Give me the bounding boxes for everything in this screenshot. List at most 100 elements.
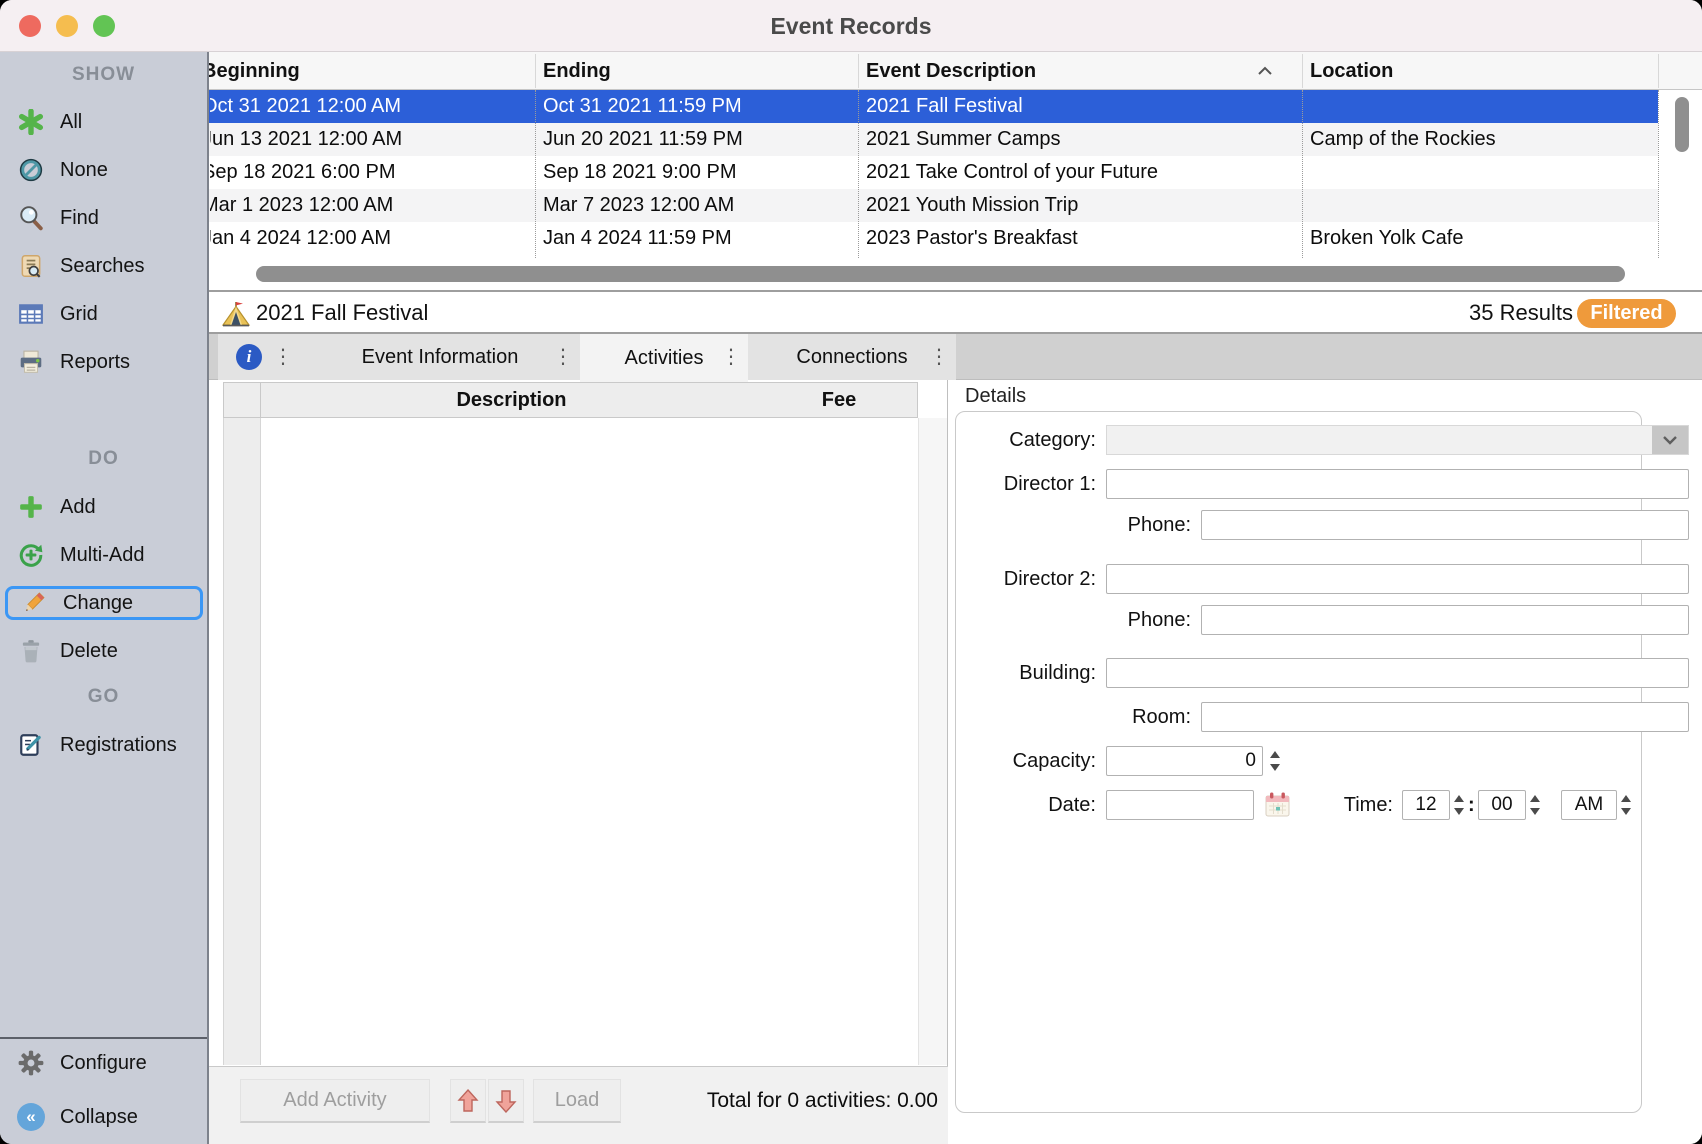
vertical-scrollbar-thumb[interactable] <box>1675 97 1689 152</box>
kebab-menu-icon[interactable]: ⋮ <box>929 334 949 380</box>
minute-stepper[interactable] <box>1528 792 1542 818</box>
window-title: Event Records <box>0 0 1702 52</box>
tab-activities[interactable]: Activities ⋮ <box>580 334 748 382</box>
room-field[interactable] <box>1201 702 1689 732</box>
sidebar-item-none[interactable]: None <box>0 153 207 187</box>
sidebar-item-grid[interactable]: Grid <box>0 297 207 331</box>
sidebar-item-searches[interactable]: Searches <box>0 249 207 283</box>
sidebar-item-all[interactable]: All <box>0 105 207 139</box>
capacity-label: Capacity: <box>966 746 1096 776</box>
table-row[interactable]: Jan 4 2024 12:00 AM Jan 4 2024 11:59 PM … <box>209 222 1658 255</box>
capacity-field[interactable] <box>1106 746 1263 776</box>
horizontal-scrollbar-thumb[interactable] <box>256 266 1625 282</box>
cell-description: 2021 Summer Camps <box>866 123 1296 156</box>
gear-icon <box>16 1049 46 1077</box>
category-dropdown[interactable] <box>1106 425 1689 455</box>
sidebar-item-label: Delete <box>60 640 118 663</box>
no-entry-icon <box>16 156 46 184</box>
move-down-button[interactable] <box>488 1079 524 1123</box>
column-header-description[interactable]: Description <box>262 383 761 417</box>
cell-beginning: Jan 4 2024 12:00 AM <box>210 222 534 255</box>
sidebar-item-add[interactable]: Add <box>0 490 207 524</box>
cell-ending: Jun 20 2021 11:59 PM <box>543 123 857 156</box>
activities-scrollbar-track[interactable] <box>918 418 947 1065</box>
activities-header-row: Description Fee <box>223 382 918 418</box>
table-row[interactable]: Sep 18 2021 6:00 PM Sep 18 2021 9:00 PM … <box>209 156 1658 189</box>
director1-phone-field[interactable] <box>1201 510 1689 540</box>
table-row[interactable]: Mar 1 2023 12:00 AM Mar 7 2023 12:00 AM … <box>209 189 1658 222</box>
director1-row: Director 1: <box>956 469 1641 499</box>
phone-label: Phone: <box>966 510 1191 540</box>
sidebar-item-label: All <box>60 111 82 134</box>
filtered-badge[interactable]: Filtered <box>1577 299 1676 328</box>
column-header-location[interactable]: Location <box>1310 52 1393 90</box>
building-row: Building: <box>956 658 1641 688</box>
add-activity-button[interactable]: Add Activity <box>240 1079 430 1123</box>
column-header-beginning[interactable]: Beginning <box>210 52 300 90</box>
time-ampm-field[interactable] <box>1561 790 1617 820</box>
sidebar-item-find[interactable]: Find <box>0 201 207 235</box>
sidebar-item-configure[interactable]: Configure <box>0 1046 207 1080</box>
sidebar-item-multi-add[interactable]: Multi-Add <box>0 538 207 572</box>
director1-field[interactable] <box>1106 469 1689 499</box>
sidebar-item-registrations[interactable]: Registrations <box>0 728 207 762</box>
details-title: Details <box>965 385 1026 408</box>
kebab-menu-icon[interactable]: ⋮ <box>273 334 293 380</box>
trash-icon <box>16 637 46 665</box>
cell-location <box>1310 189 1655 222</box>
sidebar-item-change[interactable]: Change <box>5 586 203 620</box>
director1-phone-row: Phone: <box>956 510 1641 540</box>
collapse-chevrons-icon: « <box>16 1103 46 1131</box>
column-header-event-description[interactable]: Event Description <box>866 52 1036 90</box>
pencil-icon <box>19 589 49 617</box>
cell-description: 2021 Youth Mission Trip <box>866 189 1296 222</box>
chevron-down-icon[interactable] <box>1652 426 1688 454</box>
tab-connections[interactable]: Connections ⋮ <box>748 334 956 380</box>
move-up-button[interactable] <box>450 1079 486 1123</box>
column-header-fee[interactable]: Fee <box>761 383 917 417</box>
cell-ending: Jan 4 2024 11:59 PM <box>543 222 857 255</box>
director2-row: Director 2: <box>956 564 1641 594</box>
time-minute-field[interactable] <box>1478 790 1526 820</box>
tab-bar: i ⋮ Event Information ⋮ Activities ⋮ Con… <box>209 334 1702 380</box>
cell-beginning: Mar 1 2023 12:00 AM <box>210 189 534 222</box>
table-row[interactable]: Jun 13 2021 12:00 AM Jun 20 2021 11:59 P… <box>209 123 1658 156</box>
info-tab-segment[interactable]: i ⋮ <box>218 334 300 380</box>
activities-action-bar: Add Activity Load Total for 0 activities… <box>209 1066 948 1144</box>
selected-record-title: 2021 Fall Festival <box>256 294 428 334</box>
sidebar-item-label: Collapse <box>60 1106 138 1129</box>
kebab-menu-icon[interactable]: ⋮ <box>721 334 741 380</box>
calendar-icon[interactable] <box>1263 790 1292 819</box>
ampm-stepper[interactable] <box>1619 792 1633 818</box>
search-icon <box>16 204 46 232</box>
phone-label: Phone: <box>966 605 1191 635</box>
hour-stepper[interactable] <box>1452 792 1466 818</box>
record-status-bar: 2021 Fall Festival 35 Results Filtered <box>209 294 1702 334</box>
activities-total: Total for 0 activities: 0.00 <box>707 1079 938 1123</box>
time-hour-field[interactable] <box>1402 790 1450 820</box>
tab-event-information[interactable]: Event Information ⋮ <box>300 334 580 380</box>
column-header-ending[interactable]: Ending <box>543 52 611 90</box>
table-row[interactable]: Oct 31 2021 12:00 AM Oct 31 2021 11:59 P… <box>209 90 1658 123</box>
sidebar-item-collapse[interactable]: « Collapse <box>0 1100 207 1134</box>
sidebar-item-reports[interactable]: Reports <box>0 345 207 379</box>
kebab-menu-icon[interactable]: ⋮ <box>553 334 573 380</box>
building-field[interactable] <box>1106 658 1689 688</box>
cell-ending: Sep 18 2021 9:00 PM <box>543 156 857 189</box>
director2-field[interactable] <box>1106 564 1689 594</box>
date-field[interactable] <box>1106 790 1254 820</box>
activities-gutter-header <box>224 383 261 417</box>
details-group-box: Category: Director 1: Phone: Director 2: <box>955 411 1642 1113</box>
section-go: GO <box>0 686 207 708</box>
sidebar-item-label: Find <box>60 207 99 230</box>
director1-label: Director 1: <box>966 469 1096 499</box>
info-icon[interactable]: i <box>236 344 262 370</box>
director2-phone-field[interactable] <box>1201 605 1689 635</box>
cell-location <box>1310 156 1655 189</box>
capacity-stepper[interactable] <box>1268 748 1282 774</box>
sidebar-item-label: Change <box>63 592 133 615</box>
cell-description: 2023 Pastor's Breakfast <box>866 222 1296 255</box>
load-button[interactable]: Load <box>533 1079 621 1123</box>
sidebar-item-delete[interactable]: Delete <box>0 634 207 668</box>
cell-location: Camp of the Rockies <box>1310 123 1655 156</box>
